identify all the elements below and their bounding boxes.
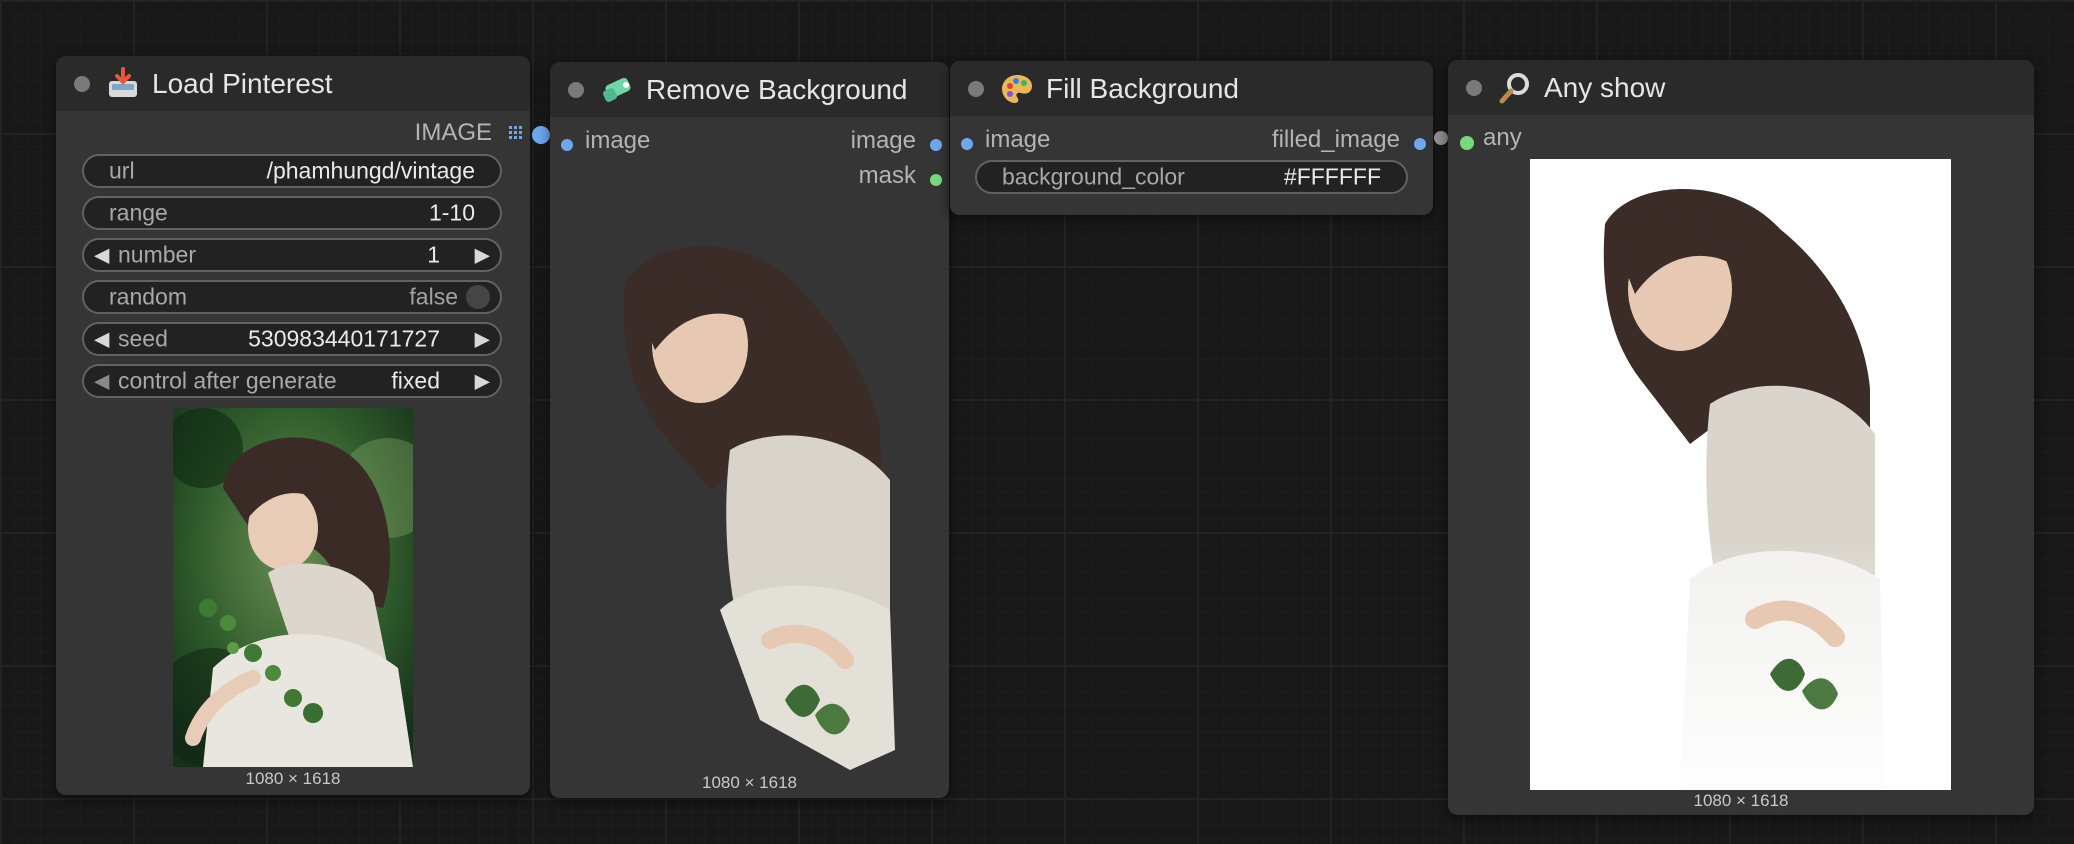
- control-value: fixed: [391, 367, 440, 394]
- collapse-dot[interactable]: [1466, 79, 1482, 96]
- magnifier-icon: [1499, 72, 1529, 103]
- control-after-generate-combo[interactable]: ◀ control after generate fixed ▶: [82, 364, 502, 398]
- seed-value: 530983440171727: [248, 325, 440, 352]
- collapse-dot[interactable]: [968, 80, 984, 97]
- image-dimensions: 1080 × 1618: [245, 769, 341, 788]
- toggle-knob[interactable]: [466, 285, 490, 309]
- decrement-arrow-icon[interactable]: ◀: [94, 327, 109, 352]
- output-label-mask: mask: [858, 162, 916, 189]
- preview-image: [173, 408, 413, 767]
- number-value: 1: [427, 241, 440, 268]
- inbox-tray-icon: [109, 66, 137, 97]
- url-label: url: [109, 157, 135, 184]
- random-value: false: [409, 283, 458, 310]
- node-title: Remove Background: [646, 73, 908, 105]
- node-title: Load Pinterest: [152, 67, 333, 99]
- decrement-arrow-icon[interactable]: ◀: [94, 243, 109, 268]
- node-title-bar[interactable]: Fill Background: [950, 61, 1433, 116]
- fill-background-node[interactable]: Fill Background image filled_image backg…: [950, 61, 1433, 215]
- image-dimensions: 1080 × 1618: [1693, 791, 1789, 810]
- image-dimensions: 1080 × 1618: [701, 773, 797, 792]
- number-label: number: [118, 241, 196, 268]
- palette-icon: [1002, 74, 1032, 103]
- any-show-node[interactable]: Any show any 1080 × 1618: [1448, 60, 2034, 815]
- number-widget[interactable]: ◀ number 1 ▶: [82, 238, 502, 272]
- random-toggle[interactable]: random false: [82, 280, 502, 314]
- output-label-image: image: [850, 127, 916, 154]
- preview-image: [1530, 159, 1951, 790]
- node-title: Any show: [1544, 71, 1666, 103]
- input-label-image: image: [985, 126, 1051, 153]
- range-value: 1-10: [428, 199, 475, 226]
- input-label-any: any: [1483, 124, 1522, 151]
- increment-arrow-icon[interactable]: ▶: [475, 327, 490, 352]
- background-color-value: #FFFFFF: [1283, 163, 1381, 190]
- node-title-bar[interactable]: Load Pinterest: [56, 56, 530, 111]
- load-pinterest-node[interactable]: Load Pinterest IMAGE url /phamhungd/vint…: [56, 56, 550, 795]
- eraser-icon: [603, 77, 631, 102]
- control-label: control after generate: [118, 367, 337, 394]
- decrement-arrow-icon[interactable]: ◀: [94, 369, 109, 394]
- link-connector-dot[interactable]: [1434, 131, 1448, 145]
- range-label: range: [109, 199, 168, 226]
- random-label: random: [109, 283, 187, 310]
- url-widget[interactable]: url /phamhungd/vintage: [82, 154, 502, 188]
- input-slot-image[interactable]: [561, 139, 573, 151]
- output-slot-image[interactable]: [930, 139, 942, 151]
- filled-photo: [1530, 159, 1951, 790]
- preview-photo: [173, 408, 413, 767]
- input-slot-image[interactable]: [961, 138, 973, 150]
- collapse-dot[interactable]: [74, 75, 90, 92]
- seed-widget[interactable]: ◀ seed 530983440171727 ▶: [82, 322, 502, 356]
- background-color-label: background_color: [1002, 163, 1185, 190]
- input-slot-any[interactable]: [1460, 136, 1474, 150]
- background-color-widget[interactable]: background_color #FFFFFF: [975, 160, 1408, 194]
- output-label-image: IMAGE: [414, 119, 492, 146]
- increment-arrow-icon[interactable]: ▶: [475, 243, 490, 268]
- output-slot-mask[interactable]: [930, 174, 942, 186]
- url-value: /phamhungd/vintage: [266, 157, 475, 184]
- output-slot-image[interactable]: [532, 126, 550, 144]
- preview-image: [550, 230, 943, 785]
- increment-arrow-icon[interactable]: ▶: [475, 369, 490, 394]
- remove-background-node[interactable]: Remove Background image image mask 1080 …: [550, 62, 949, 798]
- range-widget[interactable]: range 1-10: [82, 196, 502, 230]
- seed-label: seed: [118, 325, 168, 352]
- cutout-photo: [623, 246, 895, 770]
- node-title: Fill Background: [1046, 72, 1239, 104]
- output-label-filled-image: filled_image: [1271, 126, 1400, 153]
- node-title-bar[interactable]: Remove Background: [550, 62, 949, 117]
- grid-icon: [509, 126, 522, 139]
- input-label-image: image: [585, 127, 651, 154]
- collapse-dot[interactable]: [568, 81, 584, 98]
- output-slot-filled-image[interactable]: [1414, 138, 1426, 150]
- node-title-bar[interactable]: Any show: [1448, 60, 2034, 115]
